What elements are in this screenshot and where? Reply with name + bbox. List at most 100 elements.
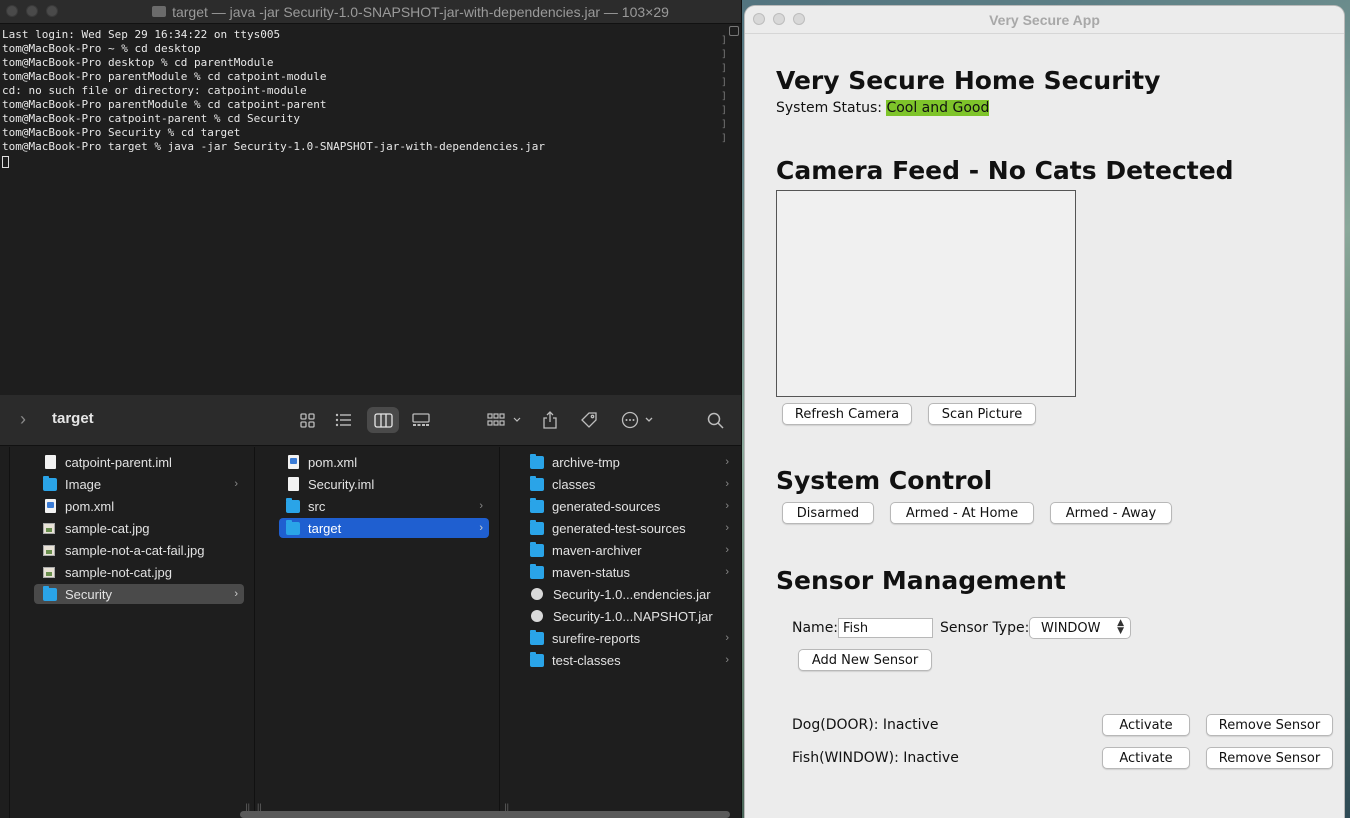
zoom-button[interactable] [793,13,805,25]
sensor-type-select[interactable]: WINDOW ▲ ▼ [1029,617,1131,639]
terminal-line: tom@MacBook-Pro ~ % cd desktop [2,42,201,55]
sensor-type-value: WINDOW [1041,620,1101,636]
group-by-button[interactable] [486,407,524,433]
finder-column-3: archive-tmp › classes › generated-source… [515,447,742,818]
file-name: test-classes [552,652,621,668]
terminal-titlebar[interactable]: target — java -jar Security-1.0-SNAPSHOT… [0,0,741,24]
activate-sensor-button[interactable]: Activate [1102,714,1190,736]
close-button[interactable] [753,13,765,25]
page-title: Very Secure Home Security [776,66,1161,95]
list-item[interactable]: src › [279,496,489,516]
list-item[interactable]: sample-not-cat.jpg [36,562,244,582]
column-view-button[interactable] [367,407,399,433]
file-name: Security [65,586,112,602]
list-item[interactable]: sample-cat.jpg [36,518,244,538]
folder-icon [530,497,544,513]
list-item[interactable]: maven-status › [525,562,735,582]
folder-icon [43,585,57,601]
app-titlebar[interactable]: Very Secure App [745,6,1344,34]
columns-icon [373,412,393,428]
list-item[interactable]: generated-sources › [525,496,735,516]
terminal-window: target — java -jar Security-1.0-SNAPSHOT… [0,0,742,395]
chevron-right-icon: › [479,500,483,512]
gallery-view-button[interactable] [410,407,432,433]
share-button[interactable] [541,407,559,433]
folder-icon [530,563,544,579]
list-item[interactable]: pom.xml [279,452,489,472]
forward-chevron-icon[interactable]: › [20,409,26,430]
activate-sensor-button[interactable]: Activate [1102,747,1190,769]
armed-away-button[interactable]: Armed - Away [1050,502,1172,524]
file-name: classes [552,476,596,492]
list-icon [335,413,351,427]
terminal-line: Last login: Wed Sep 29 16:34:22 on ttys0… [2,28,281,41]
doc-icon [45,455,56,469]
list-item[interactable]: classes › [525,474,735,494]
list-item[interactable]: test-classes › [525,650,735,670]
search-button[interactable] [705,407,725,433]
list-item-selected[interactable]: Security › [34,584,244,604]
zoom-button[interactable] [46,5,58,17]
file-name: target [308,520,342,536]
minimize-button[interactable] [773,13,785,25]
doc-icon [288,477,299,491]
terminal-line: tom@MacBook-Pro target % java -jar Secur… [2,140,546,153]
more-actions-button[interactable] [620,407,658,433]
file-name: src [308,498,326,514]
list-item[interactable]: catpoint-parent.iml [36,452,244,472]
sensor-name-input[interactable]: Fish [838,618,933,638]
chevron-right-icon: › [725,544,729,556]
file-name: sample-not-a-cat-fail.jpg [65,542,205,558]
window-title: Very Secure App [989,11,1100,28]
terminal-output[interactable]: Last login: Wed Sep 29 16:34:22 on ttys0… [0,24,741,394]
terminal-line: tom@MacBook-Pro catpoint-parent % cd Sec… [2,112,301,125]
icon-view-button[interactable] [296,407,318,433]
image-icon [43,566,55,578]
folder-icon [152,6,167,17]
file-name: pom.xml [308,454,358,470]
list-item[interactable]: pom.xml [36,496,244,516]
file-name: generated-test-sources [552,520,686,536]
scan-picture-button[interactable]: Scan Picture [928,403,1036,425]
scroll-toggle-icon[interactable] [729,26,739,36]
list-view-button[interactable] [332,407,354,433]
remove-sensor-button[interactable]: Remove Sensor [1206,714,1333,736]
gallery-icon [412,413,430,426]
list-item[interactable]: surefire-reports › [525,628,735,648]
file-name: Security-1.0...NAPSHOT.jar [553,608,713,624]
close-button[interactable] [6,5,18,17]
terminal-cursor [2,156,9,168]
terminal-line: tom@MacBook-Pro Security % cd target [2,126,241,139]
list-item[interactable]: Image › [36,474,244,494]
file-name: maven-status [552,564,631,580]
disarmed-button[interactable]: Disarmed [782,502,874,524]
armed-home-button[interactable]: Armed - At Home [890,502,1034,524]
image-icon [43,544,55,556]
folder-icon [286,497,300,513]
list-item[interactable]: archive-tmp › [525,452,735,472]
chevron-right-icon: › [725,632,729,644]
list-item[interactable]: Security-1.0...NAPSHOT.jar [525,606,735,626]
list-item[interactable]: generated-test-sources › [525,518,735,538]
remove-sensor-button[interactable]: Remove Sensor [1206,747,1333,769]
refresh-camera-button[interactable]: Refresh Camera [782,403,912,425]
folder-icon [530,651,544,667]
list-item[interactable]: Security.iml [279,474,489,494]
list-item[interactable]: Security-1.0...endencies.jar [525,584,735,604]
add-sensor-button[interactable]: Add New Sensor [798,649,932,671]
finder-columns: catpoint-parent.iml Image › pom.xml samp… [0,447,741,818]
list-item[interactable]: maven-archiver › [525,540,735,560]
status-badge: Cool and Good [886,100,990,116]
group-icon [487,413,521,426]
tag-button[interactable] [578,407,600,433]
folder-icon [530,453,544,469]
select-arrows-icon: ▲ ▼ [1117,618,1124,636]
list-item[interactable]: sample-not-a-cat-fail.jpg [36,540,244,560]
minimize-button[interactable] [26,5,38,17]
sensor-label: Dog(DOOR): Inactive [792,717,939,733]
finder-toolbar: › target [0,395,741,446]
horizontal-scrollbar[interactable] [240,811,730,818]
chevron-right-icon: › [725,456,729,468]
list-item-selected[interactable]: target › [279,518,489,538]
folder-icon [530,629,544,645]
